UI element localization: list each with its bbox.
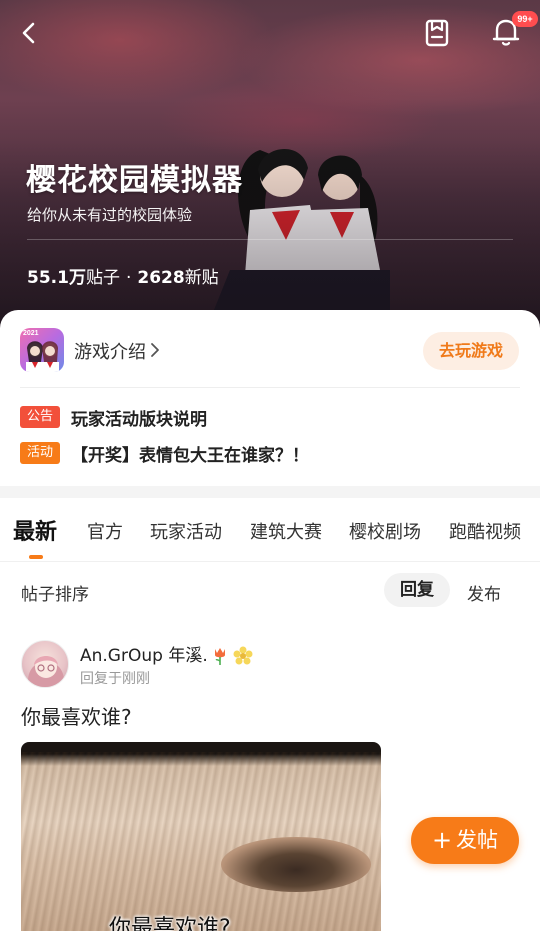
- forum-subtitle: 给你从未有过的校园体验: [27, 206, 193, 224]
- tab-building-contest[interactable]: 建筑大赛: [250, 518, 322, 544]
- tulip-icon: [214, 648, 225, 665]
- active-tab-indicator: [29, 555, 43, 559]
- chevron-right-icon: [151, 343, 159, 357]
- play-game-button[interactable]: 去玩游戏: [423, 332, 519, 370]
- new-post-button[interactable]: + 发帖: [411, 817, 519, 864]
- card-divider: [20, 387, 520, 388]
- bookmark-save-icon[interactable]: [420, 16, 454, 50]
- forum-hero-banner: 99+ 樱花校园模拟器 给你从未有过的校园体验 55.1万贴子 · 2628新贴: [0, 0, 540, 330]
- tab-school-theater[interactable]: 樱校剧场: [349, 518, 421, 544]
- forum-stats: 55.1万贴子 · 2628新贴: [27, 263, 219, 288]
- notice-item-announcement[interactable]: 公告 玩家活动版块说明: [20, 405, 208, 430]
- new-post-label: 发帖: [456, 828, 499, 852]
- new-posts-unit: 新贴: [184, 268, 219, 288]
- game-app-icon[interactable]: 2021: [20, 328, 64, 372]
- avatar[interactable]: [21, 640, 69, 688]
- tab-official[interactable]: 官方: [87, 518, 123, 544]
- top-bar: 99+: [0, 0, 540, 66]
- notice-tag: 活动: [20, 442, 61, 464]
- section-gap: [0, 486, 540, 498]
- notice-tag: 公告: [20, 406, 61, 428]
- game-intro-label: 游戏介绍: [74, 342, 146, 363]
- category-tabs: 最新 官方 玩家活动 建筑大赛 樱校剧场 跑酷视频: [0, 498, 540, 562]
- sort-by-publish-button[interactable]: 发布: [467, 580, 501, 605]
- plus-icon: +: [431, 826, 453, 854]
- hero-divider: [27, 239, 513, 240]
- stats-separator: ·: [125, 268, 132, 288]
- flower-icon: [233, 646, 253, 665]
- post-author[interactable]: An.GrOup 年溪.: [80, 641, 254, 667]
- post-title[interactable]: 你最喜欢谁?: [21, 701, 132, 730]
- posts-count: 55.1万: [27, 268, 86, 288]
- new-posts-count: 2628: [137, 268, 185, 288]
- avatar-image: [28, 656, 64, 687]
- tab-parkour-videos[interactable]: 跑酷视频: [449, 518, 521, 544]
- tab-latest[interactable]: 最新: [13, 514, 57, 546]
- image-caption: 你最喜欢谁?: [109, 916, 231, 931]
- forum-title: 樱花校园模拟器: [26, 163, 243, 198]
- sort-by-reply-button[interactable]: 回复: [384, 573, 450, 607]
- game-intro-link[interactable]: 游戏介绍: [74, 338, 160, 364]
- app-icon-year: 2021: [23, 330, 39, 337]
- post-time: 回复于刚刚: [80, 671, 150, 687]
- notice-text: 玩家活动版块说明: [71, 409, 208, 430]
- image-eye: [221, 837, 371, 892]
- post-image[interactable]: 你最喜欢谁?: [21, 742, 381, 931]
- notice-item-event[interactable]: 活动 【开奖】表情包大王在谁家？！: [20, 441, 310, 466]
- posts-unit: 贴子: [85, 268, 120, 288]
- game-info-card: 2021 游戏介绍 去玩游戏 公告 玩家活动版块说明 活动 【开奖】表情包大王在…: [0, 310, 540, 486]
- sort-bar: 帖子排序 回复 发布: [0, 562, 540, 620]
- author-name: An.GrOup 年溪.: [80, 646, 208, 666]
- notice-text: 【开奖】表情包大王在谁家？！: [71, 445, 310, 466]
- tab-player-events[interactable]: 玩家活动: [150, 518, 222, 544]
- notification-badge: 99+: [512, 11, 538, 27]
- chevron-left-icon[interactable]: [14, 18, 44, 48]
- sort-label: 帖子排序: [21, 585, 89, 605]
